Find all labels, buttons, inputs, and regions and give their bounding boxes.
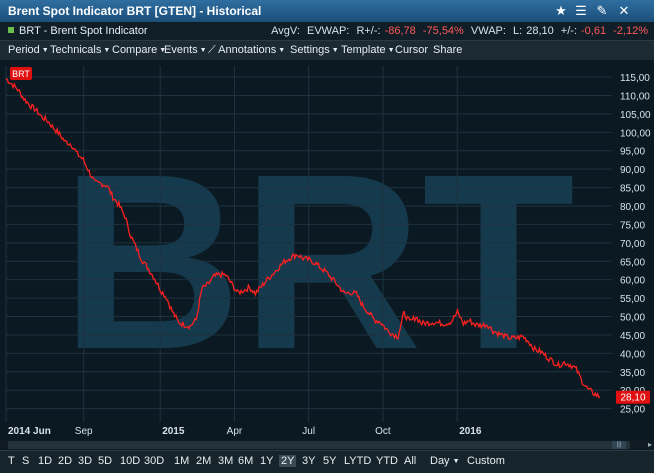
custom-range-button[interactable]: Custom (467, 455, 505, 467)
y-tick-label: 65,00 (620, 257, 645, 268)
status-square-icon (8, 27, 14, 33)
x-tick-label: Jul (302, 426, 315, 437)
range-button-2d[interactable]: 2D (58, 455, 72, 467)
y-tick-label: 95,00 (620, 147, 645, 158)
y-tick-label: 75,00 (620, 220, 645, 231)
r-change-pct: -75,54% (422, 25, 464, 37)
y-tick-label: 110,00 (620, 91, 650, 102)
star-icon[interactable]: ★ (553, 3, 569, 19)
x-tick-label: Oct (375, 426, 391, 437)
y-tick-label: 40,00 (620, 349, 645, 360)
y-tick-label: 55,00 (620, 294, 645, 305)
range-button-t[interactable]: T (8, 455, 15, 467)
last-price-label: 28,10 (620, 393, 645, 404)
chart-scrollbar[interactable]: ||| ▸ (0, 440, 654, 450)
range-button-6m[interactable]: 6M (238, 455, 253, 467)
menu-compare[interactable]: Compare ▼ (112, 44, 166, 56)
range-button-2m[interactable]: 2M (196, 455, 211, 467)
menu-annotations[interactable]: ⟋ Annotations ▼ (208, 44, 285, 57)
time-range-bar: T S 1D 2D 3D 5D 10D 30D 1M 2M 3M 6M 1Y 2Y 3Y 5Y LYTD YTD A… (0, 450, 654, 473)
menu-cursor[interactable]: Cursor (395, 44, 428, 56)
avgv-label: AvgV: (271, 25, 300, 37)
range-button-2y[interactable]: 2Y (279, 455, 297, 467)
range-button-5y[interactable]: 5Y (323, 455, 336, 467)
y-tick-label: 35,00 (620, 368, 645, 379)
interval-dropdown[interactable]: Day ▼ (430, 455, 460, 467)
r-change-label: R+/-: (356, 25, 381, 37)
menu-icon[interactable]: ☰ (573, 3, 589, 19)
scroll-grip-icon[interactable]: ||| (612, 441, 626, 449)
vwap-label: VWAP: (470, 25, 506, 37)
y-tick-label: 100,00 (620, 128, 651, 139)
series-tag-label: BRT (12, 69, 30, 79)
menu-share[interactable]: Share (433, 44, 462, 56)
y-tick-label: 80,00 (620, 202, 645, 213)
menu-template[interactable]: Template ▼ (341, 44, 395, 56)
range-button-1y[interactable]: 1Y (260, 455, 273, 467)
scroll-right-icon[interactable]: ▸ (648, 440, 652, 449)
series-tag: BRT (10, 67, 32, 80)
range-button-3y[interactable]: 3Y (302, 455, 315, 467)
change-value: -0,61 (581, 25, 607, 37)
x-tick-label: 2016 (459, 426, 482, 437)
menu-settings[interactable]: Settings ▼ (290, 44, 339, 56)
instrument-name: BRT - Brent Spot Indicator (19, 25, 148, 37)
tool-icon[interactable]: ✎ (594, 3, 610, 19)
last-value: 28,10 (526, 25, 554, 37)
range-button-1m[interactable]: 1M (174, 455, 189, 467)
interval-label: Day (430, 455, 450, 467)
chart-menu-bar: Period ▼ Technicals ▼ Compare ▼ Events ▼ ⟋ A… (0, 40, 654, 61)
range-button-s[interactable]: S (22, 455, 29, 467)
range-button-3d[interactable]: 3D (78, 455, 92, 467)
menu-events[interactable]: Events ▼ (164, 44, 207, 56)
change-pct: -2,12% (613, 25, 648, 37)
range-button-lytd[interactable]: LYTD (344, 455, 371, 467)
quote-stats: AvgV: EVWAP: R+/-: -86,78 -75,54% VWAP: L… (267, 25, 648, 37)
x-tick-label: 2015 (162, 426, 185, 437)
menu-period[interactable]: Period ▼ (8, 44, 49, 56)
y-tick-label: 60,00 (620, 276, 645, 287)
last-price-tag: 28,10 (616, 390, 650, 404)
evwap-label: EVWAP: (306, 25, 350, 37)
range-button-ytd[interactable]: YTD (376, 455, 398, 467)
y-tick-label: 115,00 (620, 73, 650, 84)
range-button-all[interactable]: All (404, 455, 416, 467)
scroll-thumb[interactable] (8, 441, 630, 449)
menu-technicals[interactable]: Technicals ▼ (50, 44, 110, 56)
x-tick-label: 2014 Jun (8, 426, 51, 437)
title-bar: Brent Spot Indicator BRT [GTEN] - Histor… (0, 0, 654, 23)
x-tick-label: Apr (227, 426, 243, 437)
range-button-30d[interactable]: 30D (144, 455, 164, 467)
chevron-down-icon: ▼ (452, 458, 460, 465)
quote-info-bar: BRT - Brent Spot Indicator AvgV: EVWAP: … (0, 22, 654, 40)
last-label: L: (513, 25, 523, 37)
y-tick-label: 25,00 (620, 405, 645, 416)
range-button-10d[interactable]: 10D (120, 455, 140, 467)
close-icon[interactable]: ✕ (616, 3, 632, 19)
y-tick-label: 105,00 (620, 110, 651, 121)
x-tick-label: Sep (75, 426, 93, 437)
range-button-1d[interactable]: 1D (38, 455, 52, 467)
window-title: Brent Spot Indicator BRT [GTEN] - Histor… (8, 4, 262, 18)
price-chart[interactable]: BRT 25,0030,0035,0040,0045,0050,0055,006… (0, 60, 654, 440)
y-tick-label: 50,00 (620, 313, 645, 324)
range-button-3m[interactable]: 3M (218, 455, 233, 467)
y-tick-label: 45,00 (620, 331, 645, 342)
y-tick-label: 70,00 (620, 239, 645, 250)
r-change-value: -86,78 (384, 25, 416, 37)
range-button-5d[interactable]: 5D (98, 455, 112, 467)
annotation-pen-icon: ⟋ (208, 44, 216, 56)
y-tick-label: 85,00 (620, 184, 645, 195)
y-tick-label: 90,00 (620, 165, 645, 176)
change-label: +/-: (560, 25, 577, 37)
